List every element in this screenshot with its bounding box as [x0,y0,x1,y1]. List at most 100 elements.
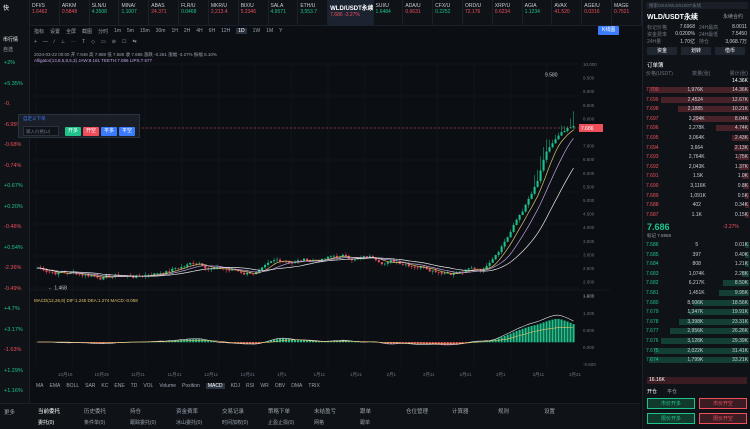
toolbar-4h[interactable]: 4H [196,28,202,34]
ticker-xrpu[interactable]: XRP/U 0.6234 [493,0,523,26]
indicator-tab-macd[interactable]: MACD [205,382,225,389]
bid-row[interactable]: 7.677 2,956K 26.26K [646,328,748,334]
ticker-flru[interactable]: FLR/U 0.0468 [179,0,209,26]
ticker-bixu[interactable]: BIX/U 5.2346 [239,0,269,26]
ask-row[interactable]: 7.694 3,664 2.13K [646,145,748,151]
search-input[interactable]: 搜索OKX/WLD/USDT永续 [646,2,748,9]
ticker-mkru[interactable]: MKR/U 2,213.4 [209,0,239,26]
draw-tool-icon[interactable]: ⊥ [61,39,65,45]
ticker-sala[interactable]: SALA 4.9571 [269,0,299,26]
ask-row[interactable]: 7.689 1,091K 0.5K [646,193,748,199]
indicator-tab-sar[interactable]: SAR [85,383,95,389]
borrow-button[interactable]: 借币 [715,47,745,55]
bottom-tab[interactable]: 未结盈亏 [314,407,336,415]
toolbar-15m[interactable]: 15m [140,28,150,34]
open-long-button[interactable]: 开多 [65,127,81,136]
ticker-slnu[interactable]: SLN/U 4.3508 [90,0,120,26]
toolbar-y[interactable]: Y [279,28,282,34]
sidebar-pct[interactable]: +5.35% [4,81,23,87]
ticker-cfxu[interactable]: CFX/U 0.2252 [433,0,463,26]
indicator-tab-volume[interactable]: Volume [159,383,176,389]
tab-close[interactable]: 平仓 [667,388,677,395]
ticker-mina[interactable]: MINA/1.1007 [119,0,150,26]
tab-open[interactable]: 开仓 [647,388,657,395]
bottom-tab[interactable]: 交易记录 [222,407,244,415]
indicator-tab-rsi[interactable]: RSI [246,383,254,389]
bottom-tab[interactable]: 仓位管理 [406,407,428,415]
indicator-tab-obv[interactable]: OBV [275,383,286,389]
ticker-mage[interactable]: MAGE 0.7521 [612,0,642,26]
ticker-adau[interactable]: ADA/U 0.6631 [403,0,434,26]
funds-button[interactable]: 资金 [647,47,677,55]
ask-row[interactable]: 7.700 1,976K 14.36K [646,87,748,93]
sidebar-pct[interactable]: +1.29% [4,368,23,374]
limit-short-button[interactable]: 限价开空 [699,413,747,424]
toolbar-12h[interactable]: 12H [221,28,230,34]
bottom-subtab[interactable]: 止盈止损(0) [268,419,294,426]
sidebar-pct[interactable]: -1.63% [4,347,21,353]
sidebar-pct[interactable]: +0.67% [4,183,23,189]
order-price-input[interactable]: 输入价格(U) [23,126,59,136]
toolbar-1h[interactable]: 1H [171,28,177,34]
bid-row[interactable]: 7.682 6,217K 8.50K [646,280,748,286]
bid-row[interactable]: 7.676 3,128K 29.39K [646,338,748,344]
draw-tool-icon[interactable]: ⇆ [132,39,136,45]
ticker-suiu[interactable]: SUI/U 1.6484 [374,0,404,26]
bid-row[interactable]: 7.681 1,451K 9.95K [646,290,748,296]
indicator-tab-ene[interactable]: ENE [114,383,124,389]
indicator-tab-vol[interactable]: VOL [143,383,153,389]
draw-tool-icon[interactable]: ⊘ [112,39,116,45]
bid-row[interactable]: 7.684 808 1.21K [646,261,748,267]
ask-row[interactable]: 7.693 2,764K 1.75K [646,154,748,160]
bid-row[interactable]: 7.685 397 0.40K [646,252,748,258]
sidebar-item-market[interactable]: 币行情 [3,36,18,43]
bottom-tab[interactable]: 策略下单 [268,407,290,415]
bid-row[interactable]: 7.675 2,022K 31.41K [646,348,748,354]
ticker-agia[interactable]: AGIA 1.1234 [523,0,553,26]
indicator-tab-position[interactable]: Position [182,383,200,389]
toolbar-1w[interactable]: 1W [253,28,261,34]
bottom-tab[interactable]: 资金费率 [176,407,198,415]
indicator-tab-wr[interactable]: WR [260,383,268,389]
sidebar-pct[interactable]: +4.7% [4,306,20,312]
draw-tool-icon[interactable]: ☐ [122,39,126,45]
sidebar-pct[interactable]: -0.49% [4,286,21,292]
open-short-button[interactable]: 开空 [83,127,99,136]
bottom-subtab[interactable]: 跟单 [360,419,370,426]
ask-row[interactable]: 7.699 2,4524 12.67K [646,97,748,103]
toolbar-分时[interactable]: 分时 [98,28,108,35]
indicator-tab-td[interactable]: TD [131,383,138,389]
bid-row[interactable]: 7.683 1,074K 2.28K [646,271,748,277]
bid-row[interactable]: 7.686 5 0.01K [646,242,748,248]
toolbar-6h[interactable]: 6H [209,28,215,34]
bid-row[interactable]: 7.680 8,606K 18.56K [646,300,748,306]
ask-row[interactable]: 7.698 2,1885 10.21K [646,106,748,112]
bottom-tab[interactable]: 规则 [498,407,509,415]
indicator-tab-trix[interactable]: TRIX [308,383,319,389]
ticker-abas[interactable]: ABAS 24.371 [149,0,180,26]
ask-row[interactable]: 7.692 2,043K 1.37K [646,164,748,170]
bottom-subtab[interactable]: 条件单(0) [84,419,105,426]
sidebar-pct[interactable]: -2.36% [4,265,21,271]
ask-row[interactable]: 7.691 1.5K 1.0K [646,173,748,179]
bottom-tab[interactable]: 持仓 [130,407,141,415]
toolbar-1m[interactable]: 1M [266,28,273,34]
ticker-ageu[interactable]: AGE/U 0.0316 [582,0,613,26]
ask-row[interactable]: 7.697 3,294K 8.04K [646,116,748,122]
market-long-button[interactable]: 市价开多 [647,398,695,409]
bottom-subtab[interactable]: 时间加权(0) [222,419,248,426]
sidebar-pct[interactable]: +2% [4,60,15,66]
sidebar-pct[interactable]: -0.74% [4,163,21,169]
bottom-tab[interactable]: 历史委托 [84,407,106,415]
bid-row[interactable]: 7.674 1,799K 33.21K [646,357,748,363]
indicator-tab-dma[interactable]: DMA [291,383,302,389]
ticker-avax[interactable]: AVAX 41.520 [552,0,583,26]
toolbar-1d[interactable]: 1D [236,28,247,34]
ask-row[interactable]: 7.695 3,064K 2.43K [646,135,748,141]
toolbar-指标[interactable]: 指标 [34,28,44,35]
bottom-tab[interactable]: 跟单 [360,407,371,415]
indicator-tab-ma[interactable]: MA [36,383,44,389]
bid-row[interactable]: 7.678 3,398K 23.31K [646,319,748,325]
indicator-tab-ema[interactable]: EMA [50,383,61,389]
ask-row[interactable]: 7.696 2,278K 4.74K [646,125,748,131]
